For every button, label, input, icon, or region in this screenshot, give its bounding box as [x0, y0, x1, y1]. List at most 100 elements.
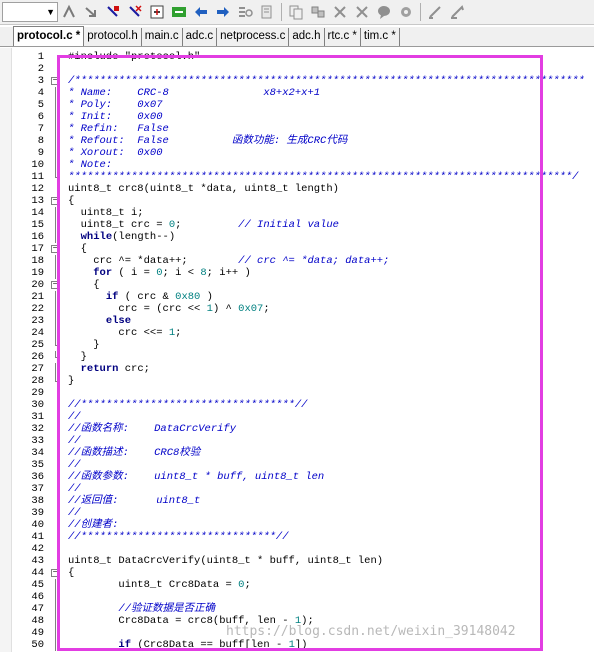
- fold-collapse-icon[interactable]: −: [51, 569, 59, 577]
- run-icon[interactable]: [425, 2, 445, 22]
- code-line[interactable]: 47 //验证数据是否正确: [0, 603, 594, 615]
- line-number: 46: [31, 591, 44, 603]
- code-line[interactable]: 19 for ( i = 0; i < 8; i++ ): [0, 267, 594, 279]
- line-number: 34: [31, 447, 44, 459]
- chat-icon[interactable]: [374, 2, 394, 22]
- fold-collapse-icon[interactable]: −: [51, 245, 59, 253]
- code-line[interactable]: 12 uint8_t crc8(uint8_t *data, uint8_t le…: [0, 183, 594, 195]
- code-line[interactable]: 9 * Xorout: 0x00: [0, 147, 594, 159]
- code-line[interactable]: 39 //: [0, 507, 594, 519]
- find-icon[interactable]: [257, 2, 277, 22]
- stop-icon[interactable]: [447, 2, 467, 22]
- bookmark-clear-icon[interactable]: [125, 2, 145, 22]
- code-line[interactable]: 41 //*******************************//: [0, 531, 594, 543]
- code-line[interactable]: 24 crc <<= 1;: [0, 327, 594, 339]
- code-line[interactable]: 5 * Poly: 0x07: [0, 99, 594, 111]
- tab-netprocess-c[interactable]: netprocess.c: [217, 28, 290, 46]
- code-line[interactable]: 8 * Refout: False 函数功能: 生成CRC代码: [0, 135, 594, 147]
- code-line[interactable]: 29: [0, 387, 594, 399]
- code-line[interactable]: 1 #include "protocol.h": [0, 51, 594, 63]
- debug-icon[interactable]: [308, 2, 328, 22]
- tab-protocol-h[interactable]: protocol.h: [84, 28, 142, 46]
- line-number: 36: [31, 471, 44, 483]
- find-in-files-icon[interactable]: [235, 2, 255, 22]
- code-line[interactable]: 26 }: [0, 351, 594, 363]
- code-line[interactable]: 31 //: [0, 411, 594, 423]
- code-line[interactable]: 36 //函数参数: uint8_t * buff, uint8_t len: [0, 471, 594, 483]
- code-line[interactable]: 4 * Name: CRC-8 x8+x2+x+1: [0, 87, 594, 99]
- code-line[interactable]: 28}: [0, 375, 594, 387]
- code-line[interactable]: 50 if (Crc8Data == buff[len - 1]): [0, 639, 594, 651]
- tab-rtc-c[interactable]: rtc.c *: [325, 28, 361, 46]
- code-text: * Refout: False 函数功能: 生成CRC代码: [68, 135, 348, 147]
- code-line[interactable]: 35 //: [0, 459, 594, 471]
- settings-icon[interactable]: [396, 2, 416, 22]
- code-line[interactable]: 15 uint8_t crc = 0; // Initial value: [0, 219, 594, 231]
- code-line[interactable]: 18 crc ^= *data++; // crc ^= *data; data…: [0, 255, 594, 267]
- fold-collapse-icon[interactable]: −: [51, 281, 59, 289]
- code-line[interactable]: 2: [0, 63, 594, 75]
- line-number: 44: [31, 567, 44, 579]
- code-line[interactable]: 16 while(length--): [0, 231, 594, 243]
- code-line[interactable]: 40 //创建者:: [0, 519, 594, 531]
- fold-collapse-icon[interactable]: −: [51, 197, 59, 205]
- code-line[interactable]: 25 }: [0, 339, 594, 351]
- unindent-icon[interactable]: [169, 2, 189, 22]
- code-line[interactable]: 27 return crc;: [0, 363, 594, 375]
- code-line[interactable]: 42: [0, 543, 594, 555]
- tab-adc-c[interactable]: adc.c: [183, 28, 218, 46]
- comment-icon[interactable]: [191, 2, 211, 22]
- code-line[interactable]: 38 //返回值: uint8_t: [0, 495, 594, 507]
- code-line[interactable]: 10 * Note:: [0, 159, 594, 171]
- bookmark-prev-icon[interactable]: [81, 2, 101, 22]
- target-select-dropdown[interactable]: ▼: [2, 2, 58, 22]
- code-line[interactable]: 3− /*************************************…: [0, 75, 594, 87]
- disable-breakpoint-icon[interactable]: [352, 2, 372, 22]
- bookmark-next-icon[interactable]: [103, 2, 123, 22]
- tab-adc-h[interactable]: adc.h: [289, 28, 325, 46]
- code-line[interactable]: 17− {: [0, 243, 594, 255]
- line-number: 14: [31, 207, 44, 219]
- code-line[interactable]: 45 uint8_t Crc8Data = 0;: [0, 579, 594, 591]
- incremental-find-icon[interactable]: [286, 2, 306, 22]
- tab-main-c[interactable]: main.c: [142, 28, 183, 46]
- code-line[interactable]: 32 //函数名称: DataCrcVerify: [0, 423, 594, 435]
- line-number: 47: [31, 603, 44, 615]
- code-editor[interactable]: 1 #include "protocol.h" 2 3−/**************…: [0, 48, 594, 652]
- code-line[interactable]: 34 //函数描述: CRC8校验: [0, 447, 594, 459]
- code-line[interactable]: 23 else: [0, 315, 594, 327]
- code-line[interactable]: 11 **************************************…: [0, 171, 594, 183]
- code-line[interactable]: 14 uint8_t i;: [0, 207, 594, 219]
- fold-collapse-icon[interactable]: −: [51, 77, 59, 85]
- code-text: //函数描述: CRC8校验: [68, 447, 201, 459]
- line-number: 29: [31, 387, 44, 399]
- line-number: 33: [31, 435, 44, 447]
- code-line[interactable]: 21 if ( crc & 0x80 ): [0, 291, 594, 303]
- code-line[interactable]: 13− {: [0, 195, 594, 207]
- code-text: else: [105, 315, 132, 327]
- code-line[interactable]: 20− {: [0, 279, 594, 291]
- code-line[interactable]: 30 //**********************************//: [0, 399, 594, 411]
- code-text: uint8_t Crc8Data = 0;: [68, 579, 251, 591]
- code-line[interactable]: 37 //: [0, 483, 594, 495]
- code-line[interactable]: 7 * Refin: False: [0, 123, 594, 135]
- code-text: }: [68, 375, 75, 387]
- indent-icon[interactable]: [147, 2, 167, 22]
- code-line[interactable]: 44− {: [0, 567, 594, 579]
- line-number: 6: [37, 111, 44, 123]
- fold-guide: [55, 615, 56, 627]
- code-line[interactable]: 43 uint8_t DataCrcVerify(uint8_t * buff, …: [0, 555, 594, 567]
- code-line[interactable]: 22 crc = (crc << 1) ^ 0x07;: [0, 303, 594, 315]
- code-line[interactable]: 33 //: [0, 435, 594, 447]
- line-number: 45: [31, 579, 44, 591]
- bookmark-toggle-icon[interactable]: [59, 2, 79, 22]
- tab-protocol-c[interactable]: protocol.c *: [13, 26, 85, 46]
- uncomment-icon[interactable]: [213, 2, 233, 22]
- line-number: 24: [31, 327, 44, 339]
- code-text: #include "protocol.h": [68, 51, 201, 63]
- breakpoint-icon[interactable]: [330, 2, 350, 22]
- code-line[interactable]: 46: [0, 591, 594, 603]
- code-line[interactable]: 6 * Init: 0x00: [0, 111, 594, 123]
- fold-guide: [55, 639, 56, 651]
- tab-tim-c[interactable]: tim.c *: [361, 28, 400, 46]
